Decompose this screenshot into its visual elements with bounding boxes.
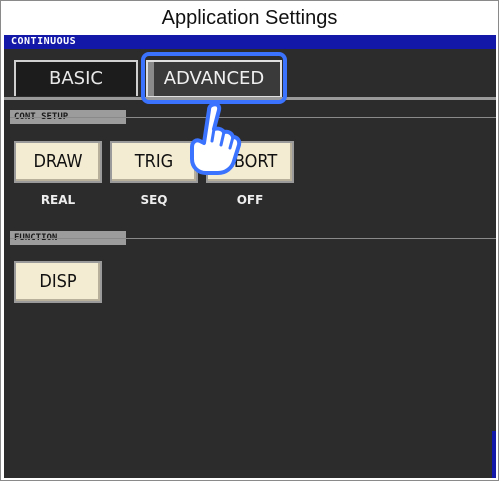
hand-pointer-icon [190, 102, 242, 175]
divider [10, 238, 496, 239]
divider [10, 117, 496, 118]
window-frame: Application Settings CONTINUOUS BASIC AD… [0, 0, 499, 481]
advanced-tab-highlight [141, 52, 287, 104]
draw-value: REAL [40, 193, 76, 207]
tab-basic[interactable]: BASIC [14, 60, 138, 96]
device-screen: CONTINUOUS BASIC ADVANCED CONT SETUP DRA… [4, 35, 496, 478]
abort-value: OFF [236, 193, 264, 207]
trig-value: SEQ [140, 193, 168, 207]
edge-indicator [492, 431, 496, 478]
mode-label: CONTINUOUS [11, 36, 77, 47]
disp-button[interactable]: DISP [14, 261, 102, 303]
draw-button[interactable]: DRAW [14, 141, 102, 183]
window-title: Application Settings [1, 1, 498, 35]
mode-bar: CONTINUOUS [4, 35, 496, 49]
